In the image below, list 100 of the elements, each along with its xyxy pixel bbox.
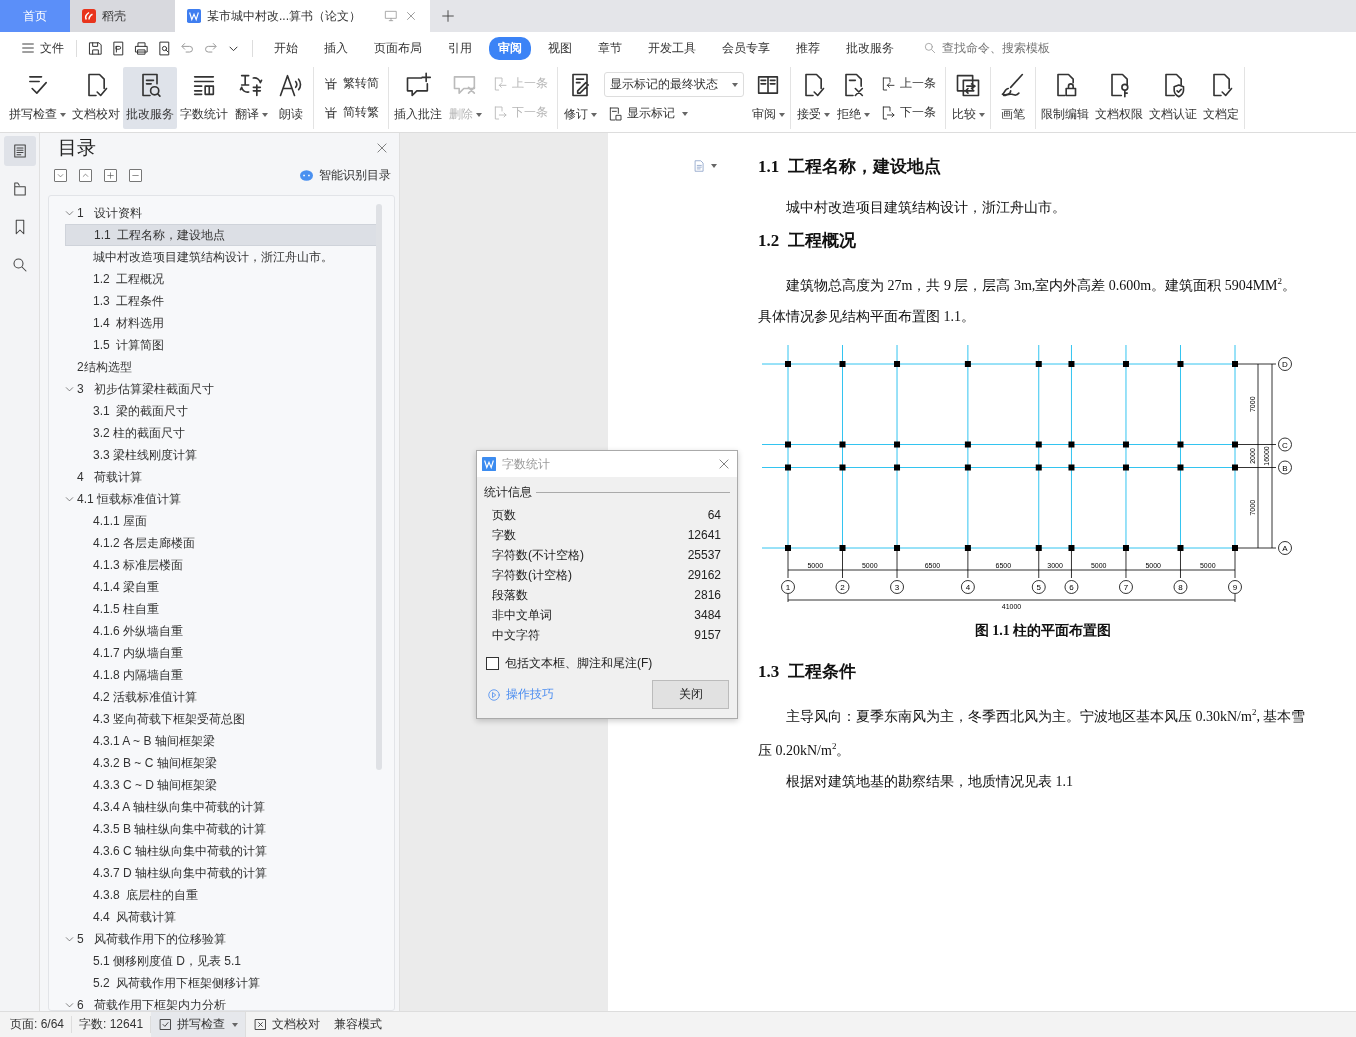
toolbar-button[interactable]: 下一条 [877,102,939,123]
toc-item[interactable]: 3.1 梁的截面尺寸 [65,400,379,422]
toolbar-button[interactable]: 拼写检查 [6,67,69,129]
toc-item[interactable]: 4.3.5 B 轴柱纵向集中荷载的计算 [65,818,379,840]
sidebar-tab[interactable] [3,136,36,166]
printer-icon[interactable] [133,39,150,57]
toc-item[interactable]: 1.2 工程概况 [65,268,379,290]
toolbar-button[interactable]: 限制编辑 [1038,67,1092,129]
toc-item[interactable]: 4.3.8 底层柱的自重 [65,884,379,906]
toc-item[interactable]: 4.3.4 A 轴柱纵向集中荷载的计算 [65,796,379,818]
toc-item[interactable]: 3.3 梁柱线刚度计算 [65,444,379,466]
toc-item[interactable]: 4.3 竖向荷载下框架受荷总图 [65,708,379,730]
ribbon-tab[interactable]: 开始 [265,36,307,60]
plus-button[interactable] [104,168,117,182]
compat-mode-button[interactable]: 兼容模式 [327,1016,390,1033]
ribbon-tab[interactable]: 会员专享 [713,36,779,60]
toolbar-button[interactable]: 显示标记 [604,103,744,124]
toc-item[interactable]: 2结构选型 [49,356,379,378]
toc-item[interactable]: 5 风荷载作用下的位移验算 [49,928,379,950]
toolbar-button[interactable]: 翻译 [231,67,271,129]
save-icon[interactable] [87,39,104,57]
toolbar-button[interactable]: 上一条 [877,73,939,94]
ribbon-tab[interactable]: 开发工具 [639,36,705,60]
toc-item[interactable]: 4 荷载计算 [49,466,379,488]
caret-icon [682,111,688,116]
close-icon[interactable] [717,457,731,471]
scrollbar[interactable] [376,204,382,770]
toc-item[interactable]: 5.1 侧移刚度值 D，见表 5.1 [65,950,379,972]
file-menu[interactable]: 文件 [12,36,72,60]
smart-toc-button[interactable]: 智能识别目录 [299,166,391,184]
toc-item[interactable]: 3 初步估算梁柱截面尺寸 [49,378,379,400]
ribbon-tab[interactable]: 推荐 [787,36,829,60]
toolbar-button[interactable]: 画笔 [993,67,1033,129]
stat-label: 字符数(不计空格) [492,546,584,564]
toc-item[interactable]: 4.1.5 柱自重 [65,598,379,620]
toc-item[interactable]: 4.1 恒载标准值计算 [49,488,379,510]
ribbon-tab[interactable]: 章节 [589,36,631,60]
toc-item[interactable]: 4.1.6 外纵墙自重 [65,620,379,642]
paragraph: 具体情况参见结构平面布置图 1.1。 [758,307,976,326]
toc-item[interactable]: 4.1.8 内隔墙自重 [65,664,379,686]
toolbar-button[interactable]: 批改服务 [123,67,177,129]
toolbar-button[interactable]: 朗读 [271,67,311,129]
toolbar-button[interactable]: 文档定 [1200,67,1242,129]
close-icon[interactable] [404,9,418,23]
collapse-button[interactable] [79,168,92,182]
toolbar-button[interactable]: 接受 [793,67,833,129]
toolbar-button[interactable]: 简转繁 [320,102,382,123]
toc-item[interactable]: 4.1.2 各层走廊楼面 [65,532,379,554]
ribbon-tab[interactable]: 视图 [539,36,581,60]
toc-item[interactable]: 1.1 工程名称，建设地点 [65,224,379,246]
tab[interactable]: 稻壳 [70,0,175,32]
toolbar-button[interactable]: 插入批注 [391,67,445,129]
toc-item[interactable]: 4.3.7 D 轴柱纵向集中荷载的计算 [65,862,379,884]
toc-item[interactable]: 1.3 工程条件 [65,290,379,312]
ribbon-tab[interactable]: 批改服务 [837,36,903,60]
toc-item[interactable]: 4.3.1 A ~ B 轴间框架梁 [65,730,379,752]
ribbon-tab[interactable]: 页面布局 [365,36,431,60]
close-button[interactable]: 关闭 [652,680,729,709]
close-icon[interactable] [375,141,389,155]
toolbar-button[interactable]: 比较 [948,67,988,129]
tab[interactable]: 某市城中村改...算书（论文） [175,0,430,32]
toc-item[interactable]: 城中村改造项目建筑结构设计，浙江舟山市。 [65,246,379,268]
toolbar-button[interactable]: 繁转简 [320,73,382,94]
toc-item[interactable]: 1.5 计算简图 [65,334,379,356]
toc-item[interactable]: 4.1.4 梁自重 [65,576,379,598]
ribbon-tab[interactable]: 引用 [439,36,481,60]
toc-item[interactable]: 3.2 柱的截面尺寸 [65,422,379,444]
minus-button[interactable] [129,168,142,182]
spell-check-button[interactable]: 拼写检查 [151,1012,247,1037]
toolbar-button[interactable]: 文档权限 [1092,67,1146,129]
ribbon-tab[interactable]: 审阅 [489,36,531,60]
toc-item[interactable]: 4.3.2 B ~ C 轴间框架梁 [65,752,379,774]
caret-icon [778,112,785,117]
toolbar-button[interactable]: 字数统计 [177,67,231,129]
search-field[interactable]: 查找命令、搜索模板 [921,38,1065,58]
page-menu-button[interactable] [692,159,717,173]
toc-item[interactable]: 4.3.3 C ~ D 轴间框架梁 [65,774,379,796]
toc-item[interactable]: 4.1.3 标准层楼面 [65,554,379,576]
markup-dropdown[interactable]: 显示标记的最终状态 [604,72,744,97]
toc-item[interactable]: 4.3.6 C 轴柱纵向集中荷载的计算 [65,840,379,862]
page-count[interactable]: 页面: 6/64 [10,1016,73,1033]
toc-item[interactable]: 4.2 活载标准值计算 [65,686,379,708]
toc-item[interactable]: 4.1.1 屋面 [65,510,379,532]
toc-item[interactable]: 6 荷载作用下框架内力分析 [49,994,379,1010]
doc-check-button[interactable]: 文档校对 [246,1016,328,1033]
toolbar-button[interactable]: 修订 [560,67,600,129]
toc-item[interactable]: 5.2 风荷载作用下框架侧移计算 [65,972,379,994]
toolbar-button[interactable]: 审阅 [748,67,788,129]
expand-button[interactable] [54,168,67,182]
toc-item[interactable]: 1.4 材料选用 [65,312,379,334]
check-icon [158,1017,174,1032]
toc-item[interactable]: 4.4 风荷载计算 [65,906,379,928]
include-checkbox[interactable]: 包括文本框、脚注和尾注(F) [486,655,737,672]
toc-item[interactable]: 4.1.7 内纵墙自重 [65,642,379,664]
toolbar-button[interactable]: 文档认证 [1146,67,1200,129]
checkbox[interactable] [486,657,499,670]
ribbon-tab[interactable]: 插入 [315,36,357,60]
toc-item[interactable]: 1 设计资料 [49,202,379,224]
toolbar-button[interactable]: 文档校对 [69,67,123,129]
toolbar-button[interactable]: 拒绝 [833,67,873,129]
